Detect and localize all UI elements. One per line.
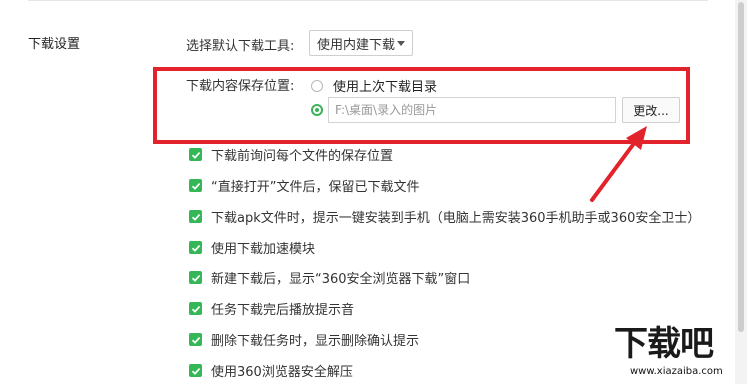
default-tool-select-value: 使用内建下载 [317,37,396,53]
option-label: “直接打开”文件后，保留已下载文件 [211,180,420,195]
section-title: 下载设置 [28,37,81,52]
option-row[interactable]: 删除下载任务时，显示删除确认提示 [189,330,419,349]
checkbox-checked[interactable] [189,179,202,192]
default-tool-select[interactable]: 使用内建下载 [309,30,413,56]
checkbox-checked[interactable] [189,302,202,315]
checkbox-checked[interactable] [189,364,202,377]
checkbox-checked[interactable] [189,271,202,284]
chevron-down-icon [397,41,405,46]
option-row[interactable]: 下载前询问每个文件的保存位置 [189,145,393,164]
option-label: 使用下载加速模块 [211,242,316,257]
option-row[interactable]: 使用下载加速模块 [189,238,315,257]
checkbox-checked[interactable] [189,148,202,161]
checkbox-checked[interactable] [189,241,202,254]
default-tool-label: 选择默认下载工具: [186,39,295,54]
watermark-logo-text: 下载吧 [614,324,714,364]
option-row[interactable]: 使用360浏览器安全解压 [189,361,353,380]
option-row[interactable]: “直接打开”文件后，保留已下载文件 [189,176,419,195]
option-label: 任务下载完后播放提示音 [211,303,355,318]
scrollbar-thumb[interactable] [738,2,744,332]
watermark-logo: 下载吧 www.xiazaiba.com [612,324,742,384]
option-label: 新建下载后，显示“360安全浏览器下载”窗口 [211,272,471,287]
watermark-url: www.xiazaiba.com [630,366,723,377]
checkbox-checked[interactable] [189,333,202,346]
annotation-arrow-icon [590,126,647,202]
option-label: 使用360浏览器安全解压 [211,365,353,380]
option-label: 下载前询问每个文件的保存位置 [211,149,394,164]
top-divider [28,0,708,1]
option-label: 删除下载任务时，显示删除确认提示 [211,334,420,349]
checkbox-checked[interactable] [189,210,202,223]
option-row[interactable]: 任务下载完后播放提示音 [189,299,354,318]
option-row[interactable]: 新建下载后，显示“360安全浏览器下载”窗口 [189,268,470,287]
